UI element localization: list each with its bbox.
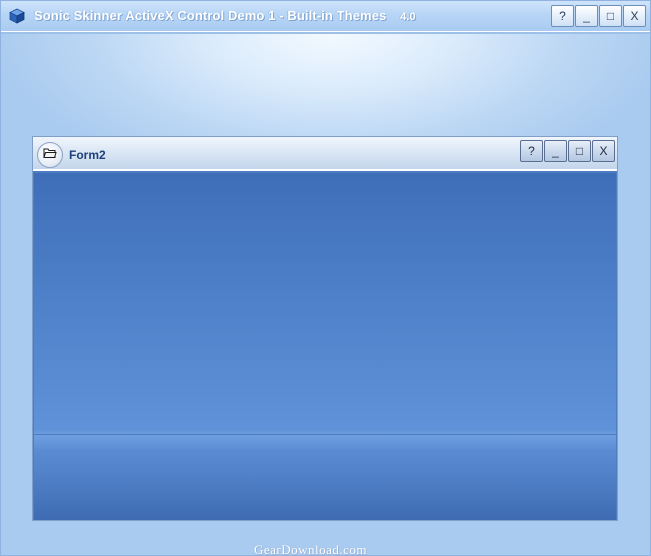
main-titlebar[interactable]: Sonic Skinner ActiveX Control Demo 1 - B… — [1, 1, 650, 34]
folder-icon — [43, 146, 57, 164]
form2-controls: ? _ □ X — [520, 140, 615, 162]
client-divider — [34, 434, 616, 435]
form2-minimize-button[interactable]: _ — [544, 140, 567, 162]
watermark: GearDownload.com — [254, 542, 368, 556]
window-title: Sonic Skinner ActiveX Control Demo 1 - B… — [34, 8, 416, 23]
window-controls: ? _ □ X — [551, 5, 646, 27]
close-button[interactable]: X — [623, 5, 646, 27]
form2-maximize-button[interactable]: □ — [568, 140, 591, 162]
app-cube-icon[interactable] — [9, 8, 25, 24]
form-system-menu[interactable] — [37, 142, 63, 168]
form2-titlebar[interactable]: Form2 ? _ □ X — [33, 137, 617, 171]
main-window: Sonic Skinner ActiveX Control Demo 1 - B… — [0, 0, 651, 556]
form2-help-button[interactable]: ? — [520, 140, 543, 162]
form2-window: Form2 ? _ □ X — [32, 136, 618, 521]
window-title-text: Sonic Skinner ActiveX Control Demo 1 - B… — [34, 8, 387, 23]
help-button[interactable]: ? — [551, 5, 574, 27]
minimize-button[interactable]: _ — [575, 5, 598, 27]
maximize-button[interactable]: □ — [599, 5, 622, 27]
form2-client-area[interactable] — [34, 173, 616, 520]
form2-title: Form2 — [69, 148, 106, 162]
form2-close-button[interactable]: X — [592, 140, 615, 162]
version-mark: 4.0 — [400, 11, 416, 23]
